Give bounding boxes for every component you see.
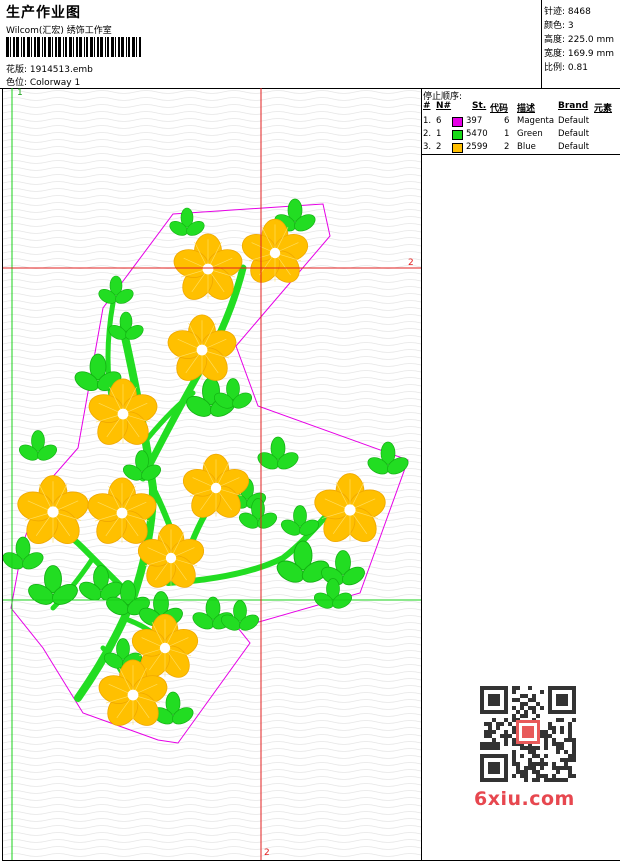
col-header-brand: Brand: [558, 101, 589, 111]
guide-marker-2-bottom: 2: [264, 848, 270, 858]
barcode-graphic: [6, 37, 141, 57]
design-height: 高度: 225.0 mm: [544, 35, 615, 45]
thread-color-swatch: [452, 143, 463, 153]
design-width: 宽度: 169.9 mm: [544, 49, 615, 59]
row-needle: 1: [436, 129, 442, 139]
row-index: 3.: [423, 142, 432, 152]
row-needle: 2: [436, 142, 442, 152]
thread-color-swatch: [452, 117, 463, 127]
col-header-description: 描述: [517, 104, 536, 114]
row-code: 1: [504, 129, 510, 139]
row-description: Magenta: [517, 116, 555, 126]
col-header-needle: N#: [436, 101, 452, 111]
embroidery-preview: [3, 88, 421, 860]
sheet-header: 生产作业图 Wilcom(汇宏) 绣饰工作室 花版: 1914513.emb 色…: [0, 0, 620, 89]
design-canvas[interactable]: 1 2 2: [2, 88, 422, 861]
design-file-name: 花版: 1914513.emb: [6, 65, 93, 75]
row-code: 2: [504, 142, 510, 152]
col-header-stitches: St.: [472, 101, 487, 111]
row-stitches: 397: [466, 116, 483, 126]
color-count: 颜色: 3: [544, 21, 574, 31]
colorway-label: 色位: Colorway 1: [6, 78, 81, 88]
row-description: Blue: [517, 142, 536, 152]
col-header-element: 元素: [594, 104, 613, 114]
row-brand: Default: [558, 129, 590, 139]
row-needle: 6: [436, 116, 442, 126]
row-brand: Default: [558, 142, 590, 152]
col-header-index: #: [423, 101, 431, 111]
row-stitches: 5470: [466, 129, 488, 139]
row-description: Green: [517, 129, 543, 139]
thread-color-swatch: [452, 130, 463, 140]
row-code: 6: [504, 116, 510, 126]
sheet-title: 生产作业图: [6, 5, 81, 21]
company-name: Wilcom(汇宏) 绣饰工作室: [6, 26, 112, 36]
design-stats-panel: 针迹: 8468 颜色: 3 高度: 225.0 mm 宽度: 169.9 mm…: [541, 0, 620, 88]
row-index: 2.: [423, 129, 432, 139]
row-stitches: 2599: [466, 142, 488, 152]
design-scale: 比例: 0.81: [544, 63, 588, 73]
watermark-text: 6xiu.com: [474, 788, 575, 810]
row-index: 1.: [423, 116, 432, 126]
guide-marker-1: 1: [17, 88, 23, 98]
guide-marker-2-right: 2: [408, 258, 414, 268]
col-header-code: 代码: [490, 104, 509, 114]
row-brand: Default: [558, 116, 590, 126]
stitch-count: 针迹: 8468: [544, 7, 591, 17]
